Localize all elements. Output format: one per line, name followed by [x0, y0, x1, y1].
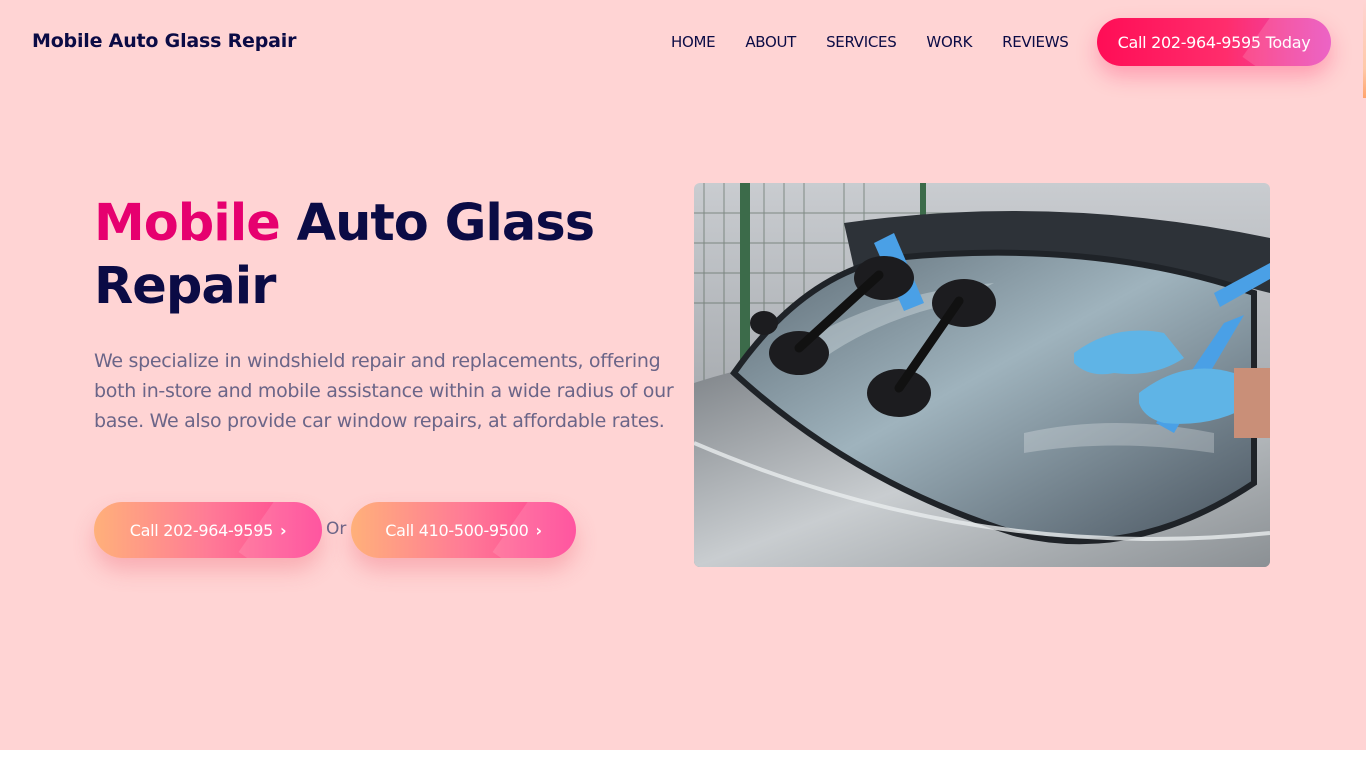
hero-section: Mobile Auto Glass Repair HOME ABOUT SERV…	[0, 0, 1366, 750]
or-separator: Or	[326, 519, 347, 539]
chevron-right-icon: ›	[279, 520, 287, 540]
brand-logo[interactable]: Mobile Auto Glass Repair	[32, 30, 296, 52]
nav-home[interactable]: HOME	[656, 33, 730, 51]
call-secondary-button[interactable]: Call 410-500-9500 ›	[351, 502, 576, 558]
call-primary-button[interactable]: Call 202-964-9595 ›	[94, 502, 322, 558]
call-primary-label: Call 202-964-9595	[129, 520, 274, 540]
hero-description: We specialize in windshield repair and r…	[94, 350, 674, 432]
windshield-repair-photo	[694, 183, 1270, 567]
hero-title-accent: Mobile	[94, 194, 281, 253]
call-today-button[interactable]: Call 202-964-9595 Today	[1097, 18, 1331, 66]
nav-work[interactable]: WORK	[911, 33, 987, 51]
hero-title: Mobile Auto Glass Repair	[94, 192, 654, 318]
call-secondary-label: Call 410-500-9500	[385, 520, 529, 540]
nav-about[interactable]: ABOUT	[730, 33, 811, 51]
nav-reviews[interactable]: REVIEWS	[987, 33, 1083, 51]
call-today-label: Call 202-964-9595 Today	[1117, 32, 1311, 52]
main-nav: HOME ABOUT SERVICES WORK REVIEWS	[656, 33, 1083, 51]
nav-services[interactable]: SERVICES	[811, 33, 911, 51]
chevron-right-icon: ›	[535, 520, 542, 540]
